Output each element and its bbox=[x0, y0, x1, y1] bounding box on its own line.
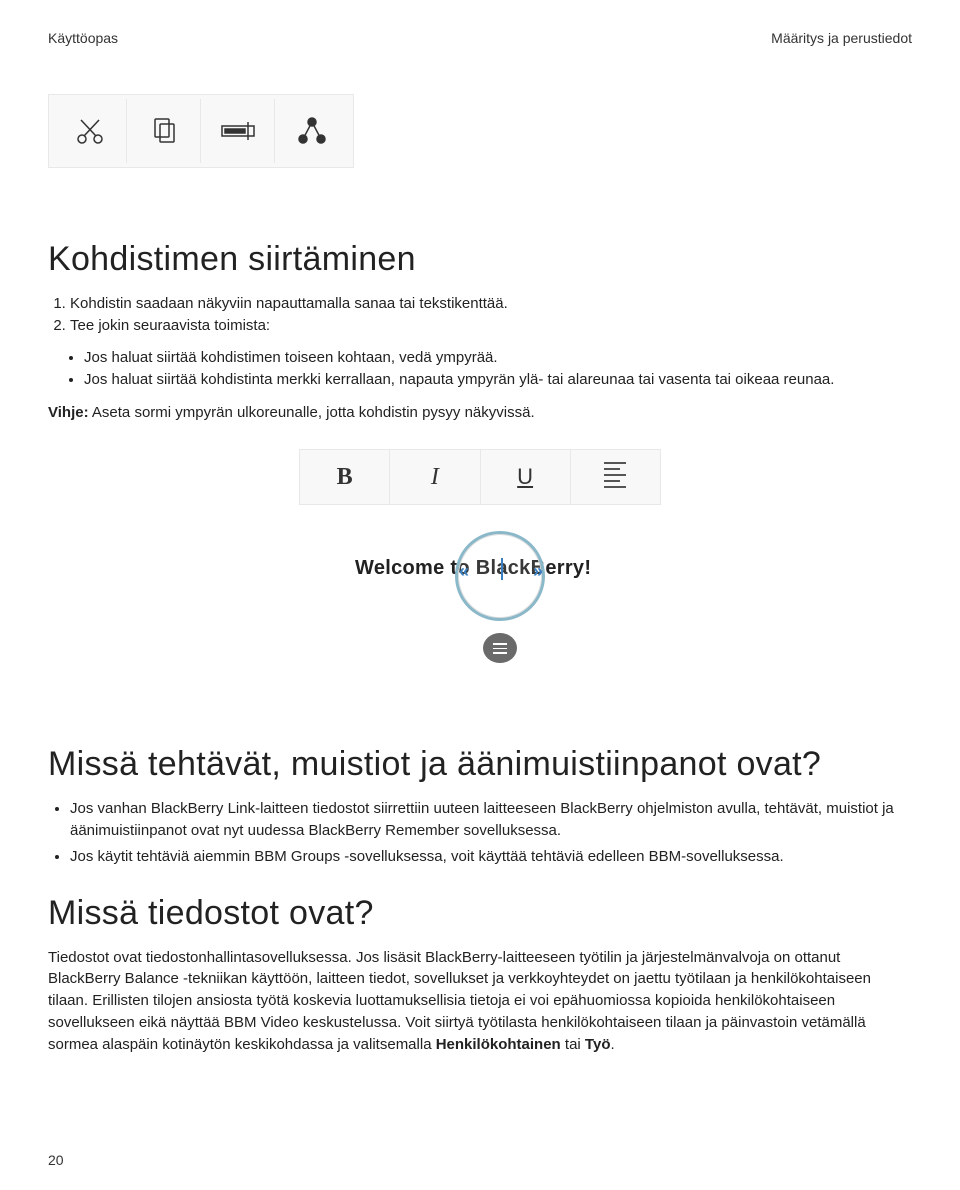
substep-2: Jos haluat siirtää kohdistinta merkki ke… bbox=[84, 369, 912, 392]
copy-icon bbox=[127, 99, 201, 163]
paste-icon bbox=[201, 99, 275, 163]
step-1: Kohdistin saadaan näkyviin napauttamalla… bbox=[70, 293, 912, 315]
section2-bullet-2: Jos käytit tehtäviä aiemmin BBM Groups -… bbox=[70, 846, 912, 868]
section1-steps: Kohdistin saadaan näkyviin napauttamalla… bbox=[70, 293, 912, 337]
hint-paragraph: Vihje: Aseta sormi ympyrän ulkoreunalle,… bbox=[48, 402, 912, 424]
header-right: Määritys ja perustiedot bbox=[771, 30, 912, 46]
cursor-handle-right-icon bbox=[533, 561, 543, 582]
header-left: Käyttöopas bbox=[48, 30, 118, 46]
align-button bbox=[571, 450, 660, 504]
cursor-handle-icon bbox=[483, 633, 517, 663]
align-left-icon bbox=[604, 462, 626, 492]
format-toolbar: B I U bbox=[299, 449, 661, 505]
hint-text: Aseta sormi ympyrän ulkoreunalle, jotta … bbox=[89, 404, 535, 421]
page-number: 20 bbox=[48, 1152, 64, 1168]
bold-button: B bbox=[300, 450, 390, 504]
cursor-handle-left-icon bbox=[459, 561, 469, 582]
italic-button: I bbox=[390, 450, 480, 504]
section3-text-mid: tai bbox=[561, 1036, 585, 1053]
section1-title: Kohdistimen siirtäminen bbox=[48, 240, 912, 279]
section2-bullets: Jos vanhan BlackBerry Link-laitteen tied… bbox=[70, 798, 912, 867]
cursor-figure: B I U Welcome to BlackBerry! bbox=[299, 449, 661, 675]
bold-tyo: Työ bbox=[585, 1036, 611, 1053]
substep-1: Jos haluat siirtää kohdistimen toiseen k… bbox=[84, 347, 912, 370]
step-2: Tee jokin seuraavista toimista: bbox=[70, 315, 912, 337]
section1-substeps: Jos haluat siirtää kohdistimen toiseen k… bbox=[84, 347, 912, 392]
share-icon bbox=[275, 99, 349, 163]
hint-label: Vihje: bbox=[48, 404, 89, 421]
edit-toolbar bbox=[48, 94, 354, 168]
cut-icon bbox=[53, 99, 127, 163]
section2-bullet-1: Jos vanhan BlackBerry Link-laitteen tied… bbox=[70, 798, 912, 842]
section2-title: Missä tehtävät, muistiot ja äänimuistiin… bbox=[48, 745, 912, 784]
text-caret bbox=[501, 558, 503, 580]
section3-paragraph: Tiedostot ovat tiedostonhallintasovelluk… bbox=[48, 947, 912, 1056]
bold-henkilokohtainen: Henkilökohtainen bbox=[436, 1036, 561, 1053]
section3-title: Missä tiedostot ovat? bbox=[48, 894, 912, 933]
underline-button: U bbox=[481, 450, 571, 504]
section3-text-end: . bbox=[610, 1036, 614, 1053]
